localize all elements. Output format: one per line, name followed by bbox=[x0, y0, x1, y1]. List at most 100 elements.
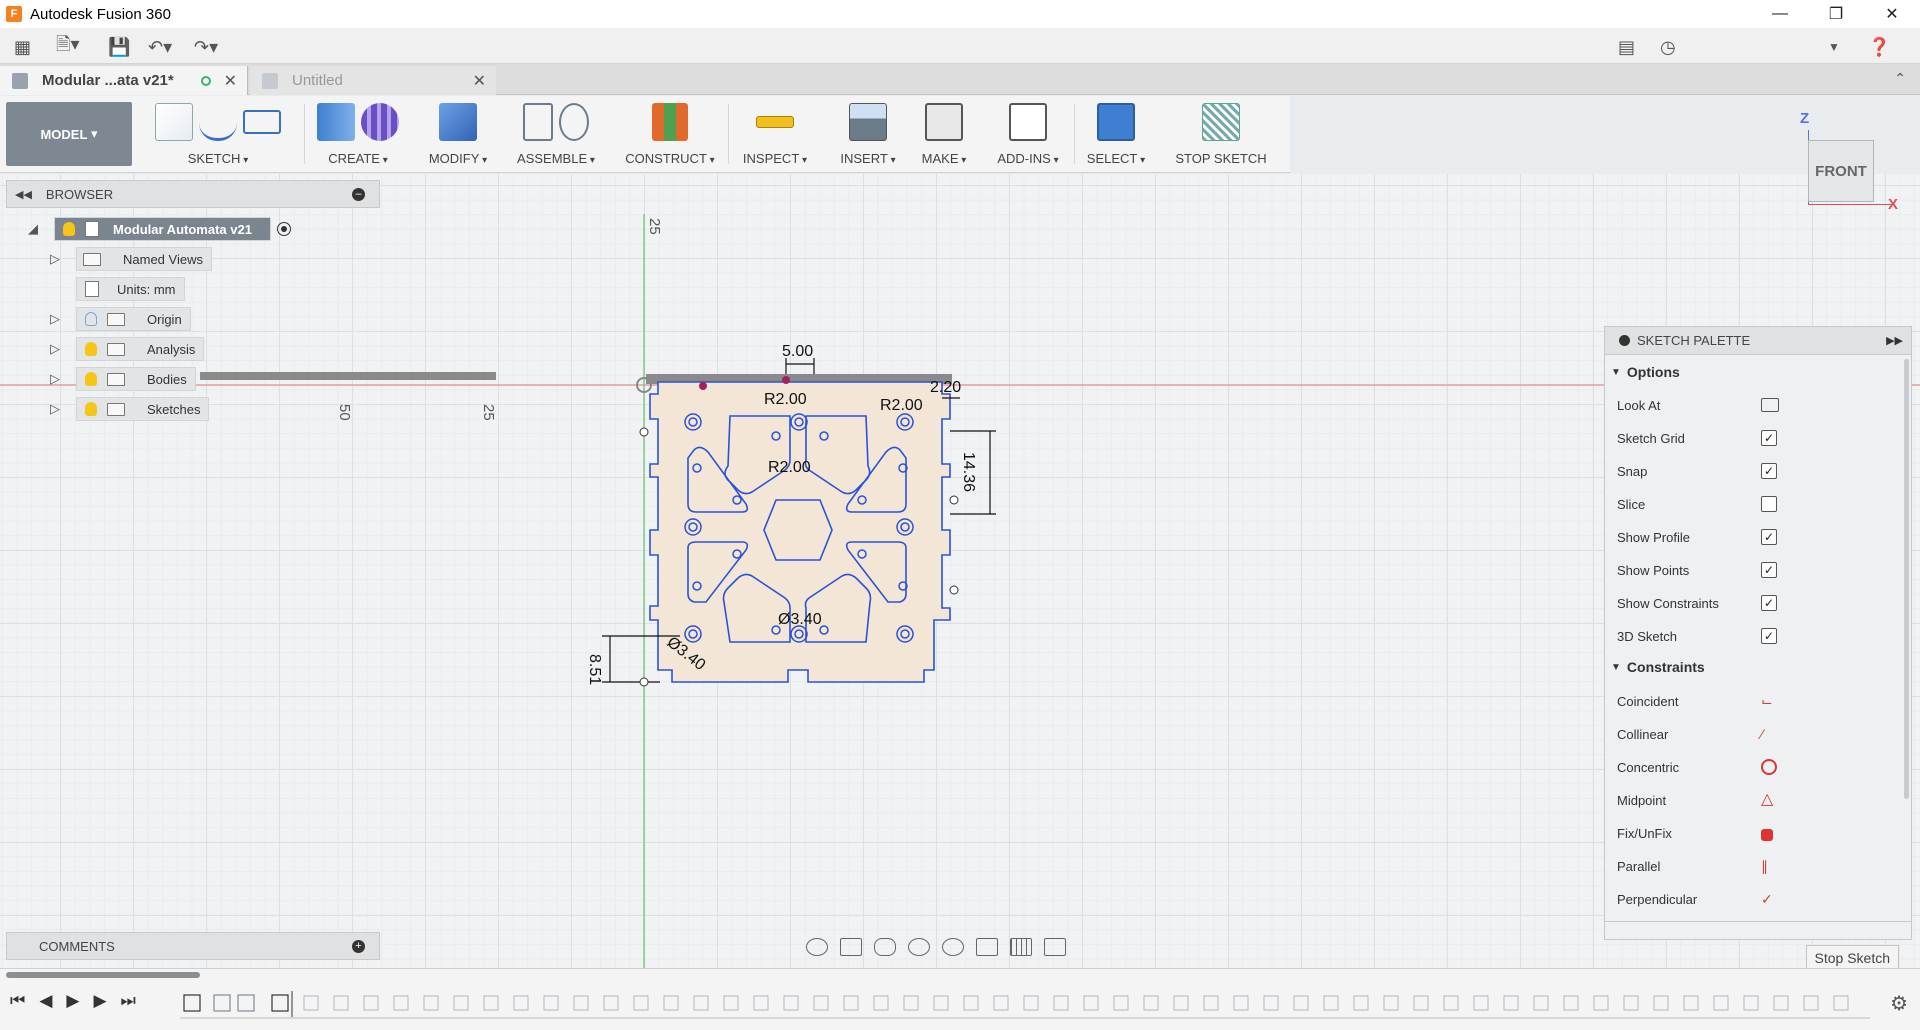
minimize-button[interactable]: — bbox=[1752, 0, 1808, 28]
perpendicular-icon[interactable]: ✓ bbox=[1761, 891, 1777, 907]
palette-header[interactable]: SKETCH PALETTE ▶▶ bbox=[1605, 327, 1911, 355]
option-show-profile[interactable]: Show Profile ✓ bbox=[1617, 523, 1897, 551]
construct-group[interactable]: CONSTRUCT bbox=[614, 100, 726, 170]
extrude-icon[interactable] bbox=[317, 103, 355, 141]
collapse-browser-icon[interactable]: ◀◀ bbox=[15, 188, 32, 201]
fit-view-icon[interactable] bbox=[942, 938, 964, 956]
show-points-checkbox[interactable]: ✓ bbox=[1761, 562, 1777, 578]
help-icon[interactable]: ❓ bbox=[1868, 36, 1890, 58]
palette-pin-icon[interactable] bbox=[1619, 335, 1630, 346]
grid-settings-icon[interactable] bbox=[1010, 938, 1032, 956]
option-show-constraints[interactable]: Show Constraints ✓ bbox=[1617, 589, 1897, 617]
make-group[interactable]: MAKE bbox=[908, 100, 980, 170]
show-profile-checkbox[interactable]: ✓ bbox=[1761, 529, 1777, 545]
new-component-icon[interactable] bbox=[523, 103, 553, 141]
root-component[interactable]: Modular Automata v21 bbox=[54, 217, 271, 241]
constraint-concentric[interactable]: Concentric bbox=[1617, 753, 1897, 781]
insert-group[interactable]: INSERT bbox=[826, 100, 910, 170]
constraint-perpendicular[interactable]: Perpendicular ✓ bbox=[1617, 885, 1897, 913]
constraint-coincident[interactable]: Coincident ⌙ bbox=[1617, 687, 1897, 715]
browser-panel-header[interactable]: ◀◀ BROWSER – bbox=[6, 180, 380, 208]
display-settings-icon[interactable] bbox=[976, 938, 998, 956]
tab-modular-automata[interactable]: Modular ...ata v21* ✕ bbox=[0, 66, 248, 95]
redo-icon[interactable]: ↷▾ bbox=[194, 36, 218, 58]
3d-sketch-checkbox[interactable]: ✓ bbox=[1761, 628, 1777, 644]
workspace-switcher[interactable]: MODEL ▾ bbox=[6, 102, 132, 166]
concentric-icon[interactable] bbox=[1761, 759, 1777, 775]
select-icon[interactable] bbox=[1097, 103, 1135, 141]
snap-checkbox[interactable]: ✓ bbox=[1761, 463, 1777, 479]
comments-icon[interactable]: ▤ bbox=[1618, 36, 1635, 58]
tree-item-sketches[interactable]: ▷ Sketches bbox=[48, 396, 210, 422]
app-grid-icon[interactable]: ▦ bbox=[14, 36, 31, 58]
lock-icon[interactable] bbox=[1761, 829, 1773, 841]
create-sketch-icon[interactable] bbox=[155, 103, 193, 141]
assemble-group[interactable]: ASSEMBLE bbox=[508, 100, 604, 170]
minimize-browser-icon[interactable]: – bbox=[352, 187, 365, 201]
midpoint-icon[interactable]: △ bbox=[1761, 792, 1777, 808]
pan-hand-icon[interactable] bbox=[874, 938, 896, 956]
collapse-arrow-icon[interactable]: ◢ bbox=[26, 221, 40, 236]
visibility-bulb-icon[interactable] bbox=[85, 372, 97, 386]
activate-radio-icon[interactable] bbox=[276, 222, 291, 236]
constraint-collinear[interactable]: Collinear ∕ bbox=[1617, 720, 1897, 748]
expand-palette-icon[interactable]: ▶▶ bbox=[1886, 334, 1903, 347]
close-tab-icon[interactable]: ✕ bbox=[224, 71, 237, 91]
inspect-group[interactable]: INSPECT bbox=[734, 100, 816, 170]
scripts-icon[interactable] bbox=[1009, 103, 1047, 141]
tree-item-bodies[interactable]: ▷ Bodies bbox=[48, 366, 196, 392]
close-tab-icon[interactable]: ✕ bbox=[473, 71, 486, 91]
rectangle-icon[interactable] bbox=[243, 110, 281, 134]
look-at-icon[interactable] bbox=[1761, 398, 1779, 412]
collinear-icon[interactable]: ∕ bbox=[1761, 726, 1777, 742]
timeline-start-icon[interactable]: ⏮ bbox=[10, 991, 25, 1011]
comments-panel-header[interactable]: COMMENTS + bbox=[6, 932, 380, 960]
view-cube-front-face[interactable]: FRONT bbox=[1808, 140, 1874, 202]
undo-icon[interactable]: ↶▾ bbox=[148, 36, 172, 58]
coincident-icon[interactable]: ⌙ bbox=[1761, 693, 1777, 709]
offset-plane-icon[interactable] bbox=[652, 103, 688, 141]
option-look-at[interactable]: Look At bbox=[1617, 391, 1897, 419]
options-section-header[interactable]: Options bbox=[1611, 364, 1680, 380]
palette-scrollbar[interactable] bbox=[1904, 359, 1909, 799]
select-group[interactable]: SELECT bbox=[1080, 100, 1152, 170]
tree-item-origin[interactable]: ▷ Origin bbox=[48, 306, 191, 332]
timeline-play-icon[interactable]: ▶ bbox=[66, 991, 79, 1011]
visibility-bulb-icon[interactable] bbox=[85, 312, 97, 326]
option-slice[interactable]: Slice bbox=[1617, 490, 1897, 518]
tree-item-analysis[interactable]: ▷ Analysis bbox=[48, 336, 205, 362]
timeline-end-icon[interactable]: ⏭ bbox=[121, 991, 136, 1011]
pattern-icon[interactable] bbox=[361, 103, 399, 141]
sketch-grid-checkbox[interactable]: ✓ bbox=[1761, 430, 1777, 446]
slice-checkbox[interactable] bbox=[1761, 496, 1777, 512]
tree-root[interactable]: ◢ Modular Automata v21 bbox=[26, 216, 291, 242]
expand-arrow-icon[interactable]: ▷ bbox=[48, 311, 62, 326]
file-menu-icon[interactable]: 🗎▾ bbox=[56, 34, 80, 58]
measure-icon[interactable] bbox=[756, 116, 794, 128]
joint-icon[interactable] bbox=[559, 103, 589, 141]
sketch-group[interactable]: SKETCH bbox=[138, 100, 298, 170]
orbit-icon[interactable] bbox=[806, 938, 828, 956]
timeline-settings-gear-icon[interactable]: ⚙ bbox=[1890, 991, 1908, 1016]
add-comment-icon[interactable]: + bbox=[352, 939, 365, 953]
expand-arrow-icon[interactable]: ▷ bbox=[48, 401, 62, 416]
3d-print-icon[interactable] bbox=[925, 103, 963, 141]
timeline-scrollbar[interactable] bbox=[6, 972, 200, 978]
close-window-button[interactable]: ✕ bbox=[1864, 0, 1920, 28]
insert-image-icon[interactable] bbox=[849, 103, 887, 141]
option-show-points[interactable]: Show Points ✓ bbox=[1617, 556, 1897, 584]
visibility-bulb-icon[interactable] bbox=[63, 222, 75, 236]
visibility-bulb-icon[interactable] bbox=[85, 402, 97, 416]
timeline-prev-icon[interactable]: ◀ bbox=[39, 991, 52, 1011]
expand-arrow-icon[interactable]: ▷ bbox=[48, 341, 62, 356]
tree-item-units[interactable]: Units: mm bbox=[76, 276, 185, 302]
collapse-tabs-icon[interactable]: ⌃ bbox=[1894, 70, 1906, 87]
expand-arrow-icon[interactable]: ▷ bbox=[48, 251, 62, 266]
account-dropdown-icon[interactable]: ▼ bbox=[1828, 36, 1840, 58]
constraint-fix-unfix[interactable]: Fix/UnFix bbox=[1617, 819, 1897, 847]
create-group[interactable]: CREATE bbox=[308, 100, 408, 170]
stop-sketch-icon[interactable] bbox=[1202, 103, 1240, 141]
parallel-icon[interactable]: ∥ bbox=[1761, 858, 1777, 874]
modify-group[interactable]: MODIFY bbox=[418, 100, 498, 170]
constraint-parallel[interactable]: Parallel ∥ bbox=[1617, 852, 1897, 880]
